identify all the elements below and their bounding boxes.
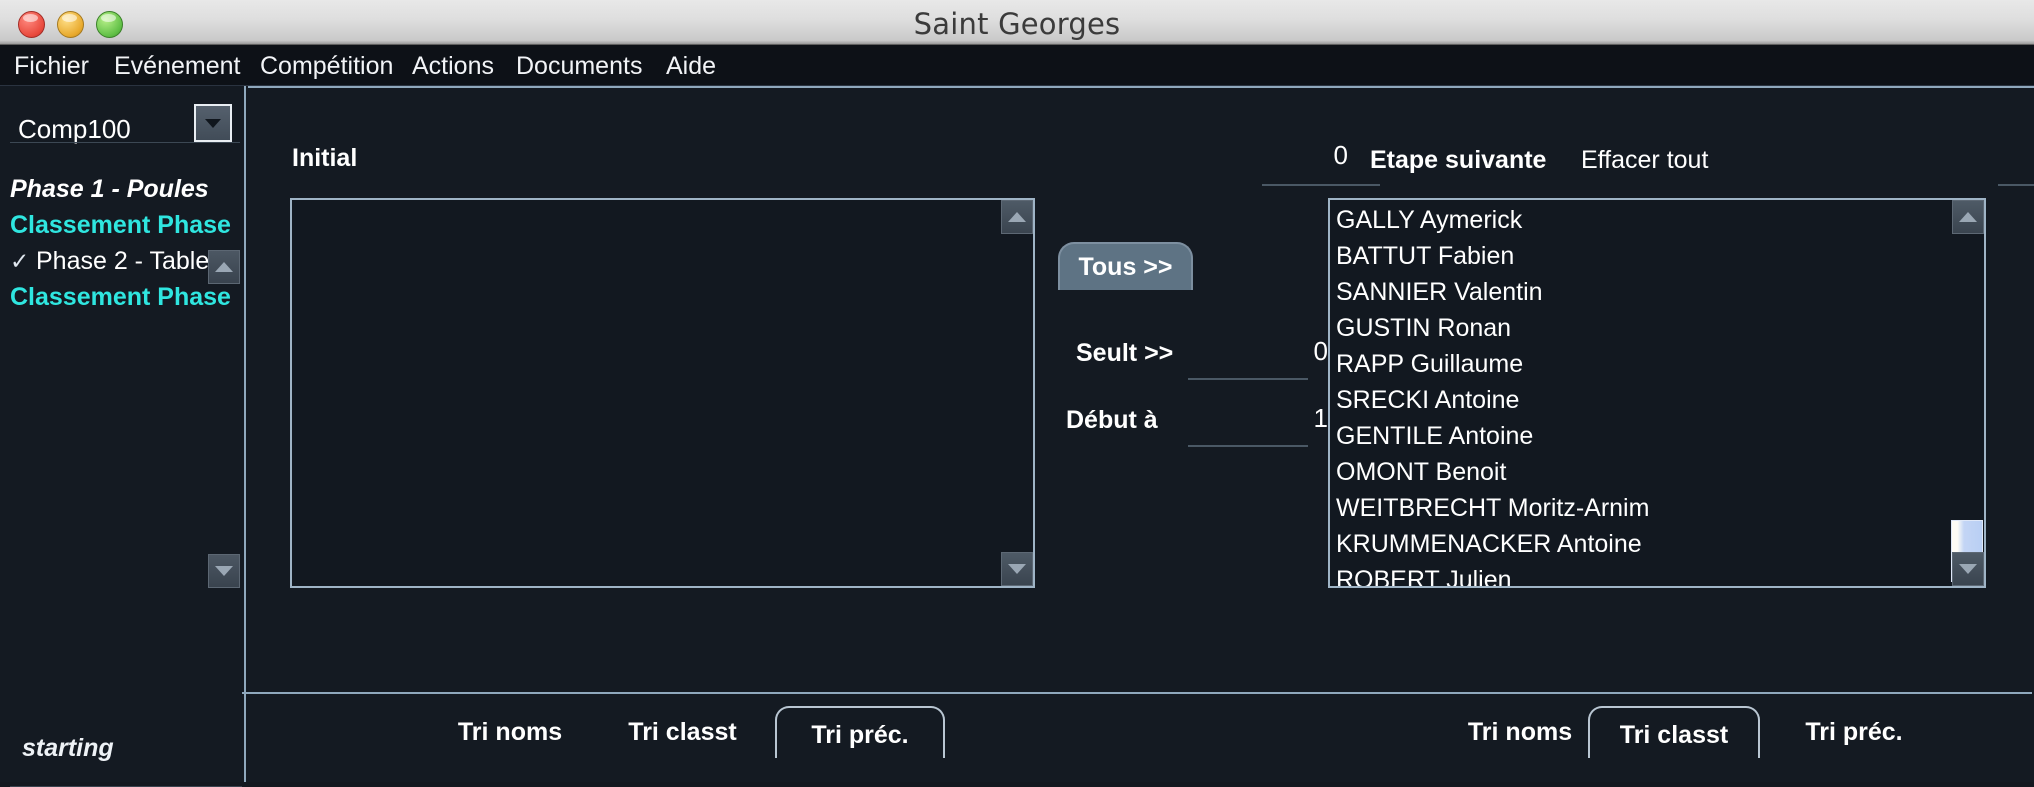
footer-divider	[242, 692, 2032, 694]
window-title: Saint Georges	[913, 7, 1121, 41]
main-panel: Initial 0 Etape suivante Effacer tout 65…	[248, 86, 2034, 782]
competition-selector[interactable]: Comp100	[0, 104, 240, 160]
list-item[interactable]: SANNIER Valentin	[1332, 274, 1543, 310]
list-item[interactable]: GUSTIN Ronan	[1332, 310, 1511, 346]
competition-selector-value: Comp100	[18, 114, 131, 144]
seult-value[interactable]: 0	[1148, 336, 1328, 367]
right-tri-classt-button-label: Tri classt	[1619, 721, 1729, 749]
menu-item-evenement[interactable]: Evénement	[114, 52, 240, 81]
debut-a-label: Début à	[1066, 406, 1158, 434]
initial-value-underline	[1262, 184, 1380, 186]
right-tri-prec-button[interactable]: Tri préc.	[1780, 718, 1928, 747]
title-bar: Saint Georges	[0, 0, 2034, 45]
triangle-down-icon[interactable]	[208, 554, 240, 588]
list-item[interactable]: WEITBRECHT Moritz-Arnim	[1332, 490, 1649, 526]
classement-phase-1-label: Classement Phase	[10, 211, 231, 239]
etape-suivante-button[interactable]: Etape suivante	[1370, 146, 1546, 175]
application-window: Saint Georges Fichier Evénement Compétit…	[0, 0, 2034, 787]
phase-1-label: Phase 1 - Poules	[10, 175, 209, 203]
debut-a-underline	[1188, 445, 1308, 447]
classement-phase-2-label: Classement Phase	[10, 283, 231, 311]
list-item[interactable]: ROBERT Julien	[1332, 562, 1512, 586]
menu-bar: Fichier Evénement Compétition Actions Do…	[0, 45, 2034, 86]
check-icon: ✓	[10, 248, 30, 274]
list-item[interactable]: OMONT Benoit	[1332, 454, 1506, 490]
tous-button-label: Tous >>	[1078, 253, 1173, 281]
chevron-down-icon[interactable]	[194, 104, 232, 142]
debut-a-value[interactable]: 1	[1148, 403, 1328, 434]
effacer-tout-value[interactable]: 65	[1808, 140, 2034, 171]
triangle-up-icon[interactable]	[208, 250, 240, 284]
left-tri-classt-button[interactable]: Tri classt	[610, 718, 755, 747]
sidebar-item-classement-phase-1[interactable]: Classement Phase	[10, 208, 235, 242]
right-list-scroll-down-icon[interactable]	[1952, 552, 1984, 586]
sidebar-item-classement-phase-2[interactable]: Classement Phase	[10, 280, 235, 314]
effacer-tout-underline	[1998, 184, 2034, 186]
list-item[interactable]: GALLY Aymerick	[1332, 202, 1522, 238]
combo-divider	[10, 142, 240, 143]
right-tri-classt-button[interactable]: Tri classt	[1588, 706, 1760, 758]
phase-2-label: Phase 2 - Table	[36, 247, 210, 275]
sidebar-item-phase-2[interactable]: ✓ Phase 2 - Table	[10, 244, 235, 278]
menu-item-actions[interactable]: Actions	[412, 52, 494, 81]
menu-item-documents[interactable]: Documents	[516, 52, 642, 81]
initial-label: Initial	[292, 144, 358, 172]
sidebar: Comp100 Phase 1 - Poules Classement Phas…	[0, 86, 246, 787]
seult-underline	[1188, 378, 1308, 380]
left-tri-prec-button-label: Tri préc.	[811, 721, 909, 749]
left-list-scroll-down-icon[interactable]	[1001, 552, 1033, 586]
menu-item-aide[interactable]: Aide	[666, 52, 716, 81]
list-item[interactable]: GENTILE Antoine	[1332, 418, 1533, 454]
sidebar-item-phase-1[interactable]: Phase 1 - Poules	[10, 172, 235, 206]
tous-button[interactable]: Tous >>	[1058, 242, 1193, 290]
list-item[interactable]: SRECKI Antoine	[1332, 382, 1519, 418]
left-tri-noms-button[interactable]: Tri noms	[440, 718, 580, 747]
left-tri-prec-button[interactable]: Tri préc.	[775, 706, 945, 758]
list-item[interactable]: BATTUT Fabien	[1332, 238, 1514, 274]
menu-item-fichier[interactable]: Fichier	[14, 52, 89, 81]
initial-value[interactable]: 0	[1188, 140, 1348, 171]
left-list-scroll-up-icon[interactable]	[1001, 200, 1033, 234]
status-text: starting	[22, 734, 114, 762]
main-top-divider	[248, 86, 2034, 88]
right-athlete-list[interactable]: GALLY Aymerick BATTUT Fabien SANNIER Val…	[1328, 198, 1986, 588]
list-item[interactable]: KRUMMENACKER Antoine	[1332, 526, 1642, 562]
effacer-tout-button[interactable]: Effacer tout	[1581, 146, 1708, 175]
phase-list: Phase 1 - Poules Classement Phase ✓ Phase…	[0, 172, 246, 692]
right-list-scroll-up-icon[interactable]	[1952, 200, 1984, 234]
list-item[interactable]: RAPP Guillaume	[1332, 346, 1523, 382]
right-tri-noms-button[interactable]: Tri noms	[1450, 718, 1590, 747]
left-athlete-list[interactable]	[290, 198, 1035, 588]
menu-item-competition[interactable]: Compétition	[260, 52, 393, 81]
